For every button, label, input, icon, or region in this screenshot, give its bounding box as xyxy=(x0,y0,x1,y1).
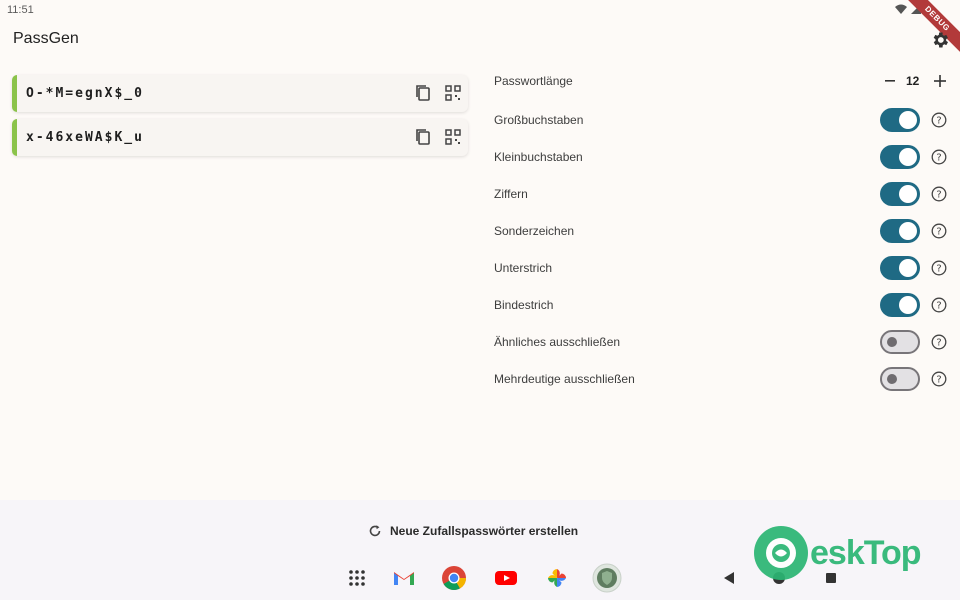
svg-text:?: ? xyxy=(936,190,941,201)
toggle-knob xyxy=(899,148,917,166)
increase-length-button[interactable] xyxy=(933,74,947,88)
status-bar: 11:51 xyxy=(0,0,960,22)
chrome-app-button[interactable] xyxy=(439,565,469,591)
underscore-toggle[interactable] xyxy=(880,256,920,280)
help-icon[interactable]: ? xyxy=(931,149,947,165)
svg-text:?: ? xyxy=(936,153,941,164)
uppercase-toggle[interactable] xyxy=(880,108,920,132)
copy-icon xyxy=(416,85,430,101)
plus-icon xyxy=(934,75,946,87)
card-accent-bar xyxy=(12,119,17,156)
option-row-exclude-similar: Ähnliches ausschließen ? xyxy=(494,327,950,357)
toggle-knob xyxy=(899,222,917,240)
watermark-logo-icon xyxy=(754,526,808,580)
option-row-lowercase: Kleinbuchstaben ? xyxy=(494,142,950,172)
svg-text:?: ? xyxy=(936,116,941,127)
toggle-knob xyxy=(887,374,897,384)
password-card: O-*M=egnX$_0 xyxy=(12,75,468,112)
decrease-length-button[interactable] xyxy=(884,74,896,88)
option-label: Mehrdeutige ausschließen xyxy=(494,372,635,386)
watermark: eskTop xyxy=(752,524,942,582)
password-card: x-46xeWA$K_u xyxy=(12,119,468,156)
refresh-icon xyxy=(369,525,381,537)
password-text: x-46xeWA$K_u xyxy=(26,130,144,145)
length-value: 12 xyxy=(906,74,920,88)
option-row-special: Sonderzeichen ? xyxy=(494,216,950,246)
digits-toggle[interactable] xyxy=(880,182,920,206)
wifi-icon xyxy=(895,4,907,14)
svg-text:?: ? xyxy=(936,301,941,312)
photos-app-button[interactable] xyxy=(542,565,572,591)
option-label: Ziffern xyxy=(494,187,528,201)
option-label: Ähnliches ausschließen xyxy=(494,335,621,349)
generate-passwords-button[interactable]: Neue Zufallspasswörter erstellen xyxy=(362,518,584,544)
copy-button[interactable] xyxy=(414,84,432,102)
option-row-uppercase: Großbuchstaben ? xyxy=(494,105,950,135)
help-icon[interactable]: ? xyxy=(931,334,947,350)
help-icon[interactable]: ? xyxy=(931,371,947,387)
chrome-icon xyxy=(442,566,466,591)
youtube-app-button[interactable] xyxy=(491,565,521,591)
svg-text:?: ? xyxy=(936,264,941,275)
option-label: Großbuchstaben xyxy=(494,113,584,127)
toggle-knob xyxy=(899,259,917,277)
lowercase-toggle[interactable] xyxy=(880,145,920,169)
status-clock: 11:51 xyxy=(7,4,34,16)
minus-icon xyxy=(885,80,895,82)
option-row-hyphen: Bindestrich ? xyxy=(494,290,950,320)
special-chars-toggle[interactable] xyxy=(880,219,920,243)
generate-label: Neue Zufallspasswörter erstellen xyxy=(390,524,579,538)
exclude-ambiguous-toggle[interactable] xyxy=(880,367,920,391)
apps-grid-icon xyxy=(349,570,365,586)
help-icon[interactable]: ? xyxy=(931,186,947,202)
svg-text:?: ? xyxy=(936,375,941,386)
help-icon[interactable]: ? xyxy=(931,260,947,276)
svg-text:?: ? xyxy=(936,338,941,349)
nav-back-button[interactable] xyxy=(722,571,736,590)
toggle-knob xyxy=(899,185,917,203)
length-label: Passwortlänge xyxy=(494,74,573,88)
help-icon[interactable]: ? xyxy=(931,223,947,239)
apps-grid-button[interactable] xyxy=(342,565,372,591)
length-row: Passwortlänge 12 xyxy=(494,66,950,96)
option-row-underscore: Unterstrich ? xyxy=(494,253,950,283)
gear-icon xyxy=(933,32,948,48)
qr-code-button[interactable] xyxy=(444,128,462,146)
qr-code-icon xyxy=(445,129,461,145)
qr-code-icon xyxy=(445,85,461,101)
toggle-knob xyxy=(899,296,917,314)
settings-button[interactable] xyxy=(930,30,950,50)
option-row-exclude-ambiguous: Mehrdeutige ausschließen ? xyxy=(494,364,950,394)
option-label: Bindestrich xyxy=(494,298,554,312)
youtube-icon xyxy=(495,571,517,585)
option-row-digits: Ziffern ? xyxy=(494,179,950,209)
hyphen-toggle[interactable] xyxy=(880,293,920,317)
password-text: O-*M=egnX$_0 xyxy=(26,86,144,101)
help-icon[interactable]: ? xyxy=(931,112,947,128)
qr-code-button[interactable] xyxy=(444,84,462,102)
copy-button[interactable] xyxy=(414,128,432,146)
svg-text:?: ? xyxy=(936,227,941,238)
gmail-app-button[interactable] xyxy=(389,565,419,591)
app-title: PassGen xyxy=(13,30,79,47)
toggle-knob xyxy=(887,337,897,347)
back-triangle-icon xyxy=(724,572,734,584)
copy-icon xyxy=(416,129,430,145)
passgen-app-button[interactable] xyxy=(592,563,622,593)
card-accent-bar xyxy=(12,75,17,112)
option-label: Kleinbuchstaben xyxy=(494,150,583,164)
help-icon[interactable]: ? xyxy=(931,297,947,313)
gmail-icon xyxy=(394,572,414,585)
watermark-text: eskTop xyxy=(810,534,922,572)
option-label: Unterstrich xyxy=(494,261,553,275)
exclude-similar-toggle[interactable] xyxy=(880,330,920,354)
photos-icon xyxy=(548,569,566,587)
option-label: Sonderzeichen xyxy=(494,224,575,238)
toggle-knob xyxy=(899,111,917,129)
passgen-app-icon xyxy=(592,563,622,593)
